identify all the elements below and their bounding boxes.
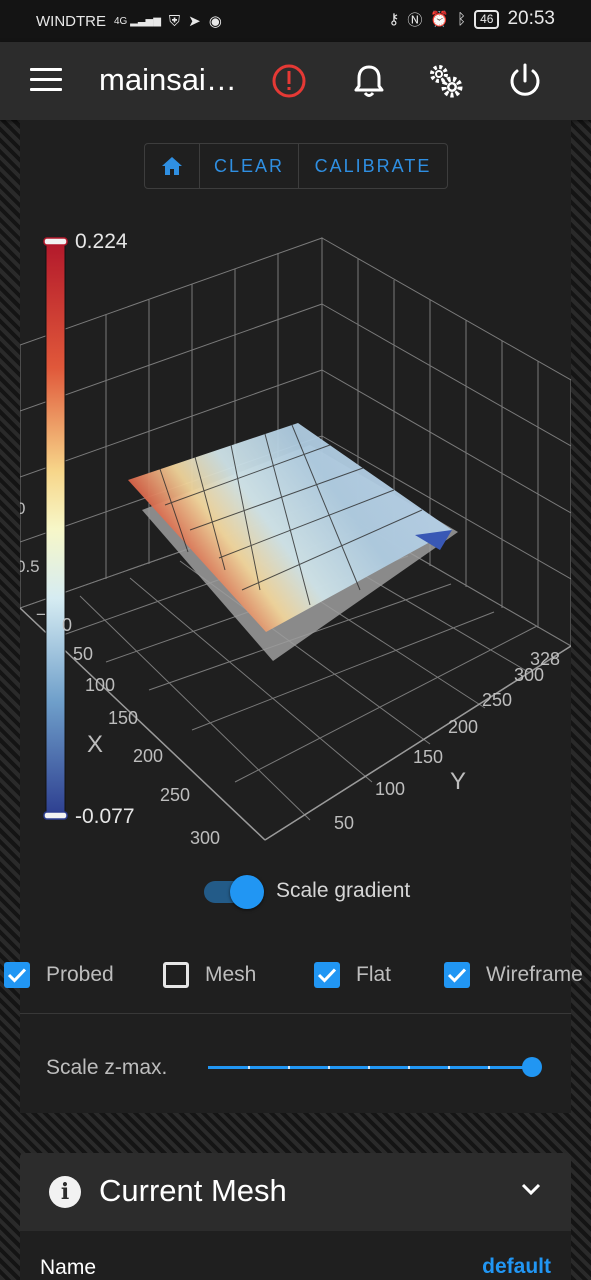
home-button[interactable] — [145, 144, 200, 188]
mesh-button-group: CLEAR CALIBRATE — [144, 143, 448, 189]
z-tick: 0 — [20, 499, 25, 518]
slider-tick — [328, 1066, 330, 1069]
colorbar — [45, 240, 66, 818]
z-tick: 0.5 — [20, 557, 40, 576]
app-title: mainsai… — [99, 62, 237, 97]
check-icon — [447, 968, 467, 983]
slider-tick — [248, 1066, 250, 1069]
z-axis-ticks: 0 0.5 − — [20, 499, 46, 624]
y-tick: 200 — [448, 717, 478, 737]
x-axis-label: X — [87, 731, 103, 758]
checkbox-mesh[interactable]: Mesh — [163, 958, 256, 992]
status-bar: WINDTRE 4G ▂▃▅▆ ⛨ ➤ ◉ ⚷ Ⓝ ⏰ ᛒ 46 20:53 — [0, 0, 591, 42]
messenger-icon: ◉ — [208, 13, 222, 30]
status-right: ⚷ Ⓝ ⏰ ᛒ 46 20:53 — [388, 8, 555, 30]
x-tick: 200 — [133, 746, 163, 766]
battery-icon: 46 — [474, 9, 500, 29]
key-icon: ⚷ — [388, 11, 400, 28]
current-mesh-header[interactable]: i Current Mesh — [20, 1153, 571, 1231]
checkbox-flat-box[interactable] — [314, 962, 340, 988]
slider-tick — [448, 1066, 450, 1069]
x-tick: 150 — [108, 708, 138, 728]
y-tick: 250 — [482, 690, 512, 710]
slider-tick — [288, 1066, 290, 1069]
y-axis-ticks: 50 100 150 200 250 300 328 — [334, 649, 560, 833]
colorbar-max-handle[interactable] — [43, 237, 68, 246]
current-mesh-body: Name default — [20, 1231, 571, 1280]
y-axis-label: Y — [450, 768, 466, 795]
slider-tick — [408, 1066, 410, 1069]
checkbox-flat-label: Flat — [356, 963, 392, 986]
colorbar-min-handle[interactable] — [43, 811, 68, 820]
alarm-icon: ⏰ — [430, 11, 450, 28]
carrier-name: WINDTRE — [36, 12, 106, 30]
slider-tick — [368, 1066, 370, 1069]
colorbar-min-label: -0.077 — [75, 805, 135, 828]
checkbox-wireframe-label: Wireframe — [486, 963, 583, 986]
mesh-name-label: Name — [40, 1256, 97, 1279]
scale-zmax-track[interactable] — [208, 1066, 532, 1069]
colorbar-max-label: 0.224 — [75, 230, 128, 253]
checkbox-probed-label: Probed — [46, 963, 114, 986]
scale-gradient-switch-thumb[interactable] — [230, 875, 264, 909]
check-icon — [317, 968, 337, 983]
y-tick: 328 — [530, 649, 560, 669]
bluetooth-icon: ᛒ — [457, 10, 467, 28]
shield-icon: ⛨ — [168, 12, 181, 30]
app-bar: mainsai… — [0, 42, 591, 120]
clear-button[interactable]: CLEAR — [200, 144, 299, 188]
x-tick: 250 — [160, 785, 190, 805]
status-left: WINDTRE 4G ▂▃▅▆ ⛨ ➤ ◉ — [36, 12, 222, 31]
y-tick: 150 — [413, 747, 443, 767]
x-tick: 100 — [85, 675, 115, 695]
scale-gradient-label: Scale gradient — [276, 879, 411, 902]
scale-zmax-thumb[interactable] — [522, 1057, 542, 1077]
y-tick: 100 — [375, 779, 405, 799]
z-tick: − — [36, 605, 46, 624]
settings-icon[interactable] — [425, 60, 467, 102]
power-icon[interactable] — [504, 60, 546, 102]
current-mesh-title: Current Mesh — [99, 1173, 287, 1208]
home-icon — [162, 157, 182, 175]
slider-tick — [488, 1066, 490, 1069]
x-tick: 0 — [62, 615, 72, 635]
clock: 20:53 — [507, 8, 555, 29]
checkbox-wireframe[interactable]: Wireframe — [444, 958, 583, 992]
checkbox-mesh-label: Mesh — [205, 963, 257, 986]
chevron-down-icon[interactable] — [520, 1181, 542, 1197]
divider — [20, 1013, 571, 1014]
bed-mesh-plot[interactable]: 0.224 -0.077 0 0.5 − 0 50 100 150 200 25… — [20, 220, 571, 860]
warning-icon[interactable] — [268, 60, 310, 102]
menu-button[interactable] — [30, 68, 62, 92]
checkbox-probed-box[interactable] — [4, 962, 30, 988]
telegram-icon: ➤ — [188, 13, 201, 30]
nfc-icon: Ⓝ — [407, 11, 423, 29]
bed-mesh-card: CLEAR CALIBRATE 0.224 -0.077 0 0.5 − 0 5… — [4, 120, 583, 1113]
bell-icon[interactable] — [348, 60, 390, 102]
mesh-name-value: default — [482, 1255, 551, 1278]
y-tick: 50 — [334, 813, 354, 833]
scale-zmax-label: Scale z-max. — [46, 1056, 168, 1079]
checkbox-wireframe-box[interactable] — [444, 962, 470, 988]
checkbox-flat[interactable]: Flat — [314, 958, 391, 992]
checkbox-probed[interactable]: Probed — [4, 958, 114, 992]
calibrate-button[interactable]: CALIBRATE — [299, 144, 447, 188]
info-icon: i — [49, 1176, 81, 1208]
signal-icon: 4G ▂▃▅▆ — [114, 15, 161, 27]
x-tick: 50 — [73, 644, 93, 664]
x-tick: 300 — [190, 828, 220, 848]
check-icon — [7, 968, 27, 983]
checkbox-mesh-box[interactable] — [163, 962, 189, 988]
